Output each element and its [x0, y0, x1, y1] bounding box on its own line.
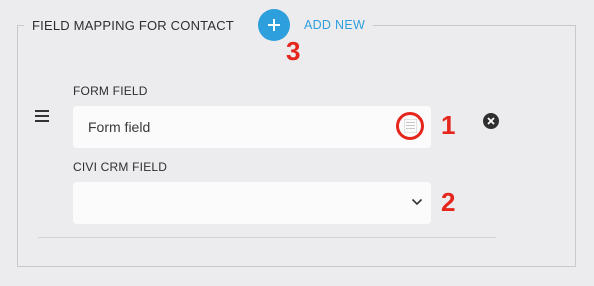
crm-field-select[interactable] [73, 182, 431, 224]
form-field-label: FORM FIELD [73, 84, 148, 98]
list-icon [403, 119, 417, 133]
drag-handle-icon[interactable] [35, 110, 49, 122]
field-picker-button[interactable] [396, 112, 424, 140]
add-new-link[interactable]: ADD NEW [304, 18, 365, 32]
fieldset-legend: FIELD MAPPING FOR CONTACT ADD NEW [24, 8, 374, 42]
callout-one: 1 [441, 110, 456, 140]
remove-mapping-button[interactable] [483, 113, 499, 129]
row-divider [38, 237, 496, 238]
plus-icon [267, 19, 280, 31]
chevron-down-icon [411, 198, 423, 206]
form-field-value: Form field [88, 119, 151, 135]
fieldset-title: FIELD MAPPING FOR CONTACT [32, 17, 234, 33]
callout-three: 3 [286, 36, 301, 66]
close-icon [487, 117, 495, 125]
form-field-input[interactable]: Form field [73, 106, 431, 148]
page: FIELD MAPPING FOR CONTACT ADD NEW 3 FORM… [0, 0, 594, 286]
callout-two: 2 [441, 187, 456, 217]
crm-field-label: CIVI CRM FIELD [73, 160, 168, 174]
